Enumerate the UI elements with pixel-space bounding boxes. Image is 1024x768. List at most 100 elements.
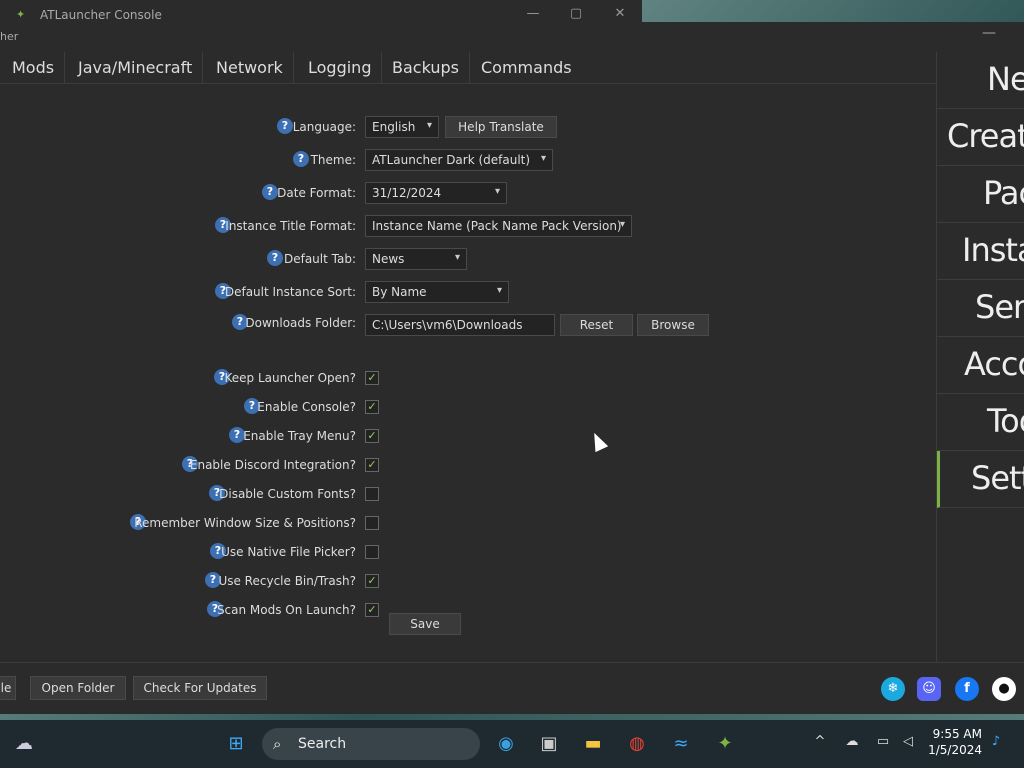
reset-button[interactable]: Reset [560,314,633,336]
maximize-icon[interactable]: ▢ [567,6,585,21]
nav-servers[interactable]: Servers [937,280,1024,337]
disable-custom-fonts-row: ? Disable Custom Fonts? [0,483,356,505]
enable-tray-menu-checkbox[interactable]: ✓ [365,429,379,443]
tab-backups[interactable]: Backups [382,52,470,84]
discord-icon[interactable]: ☺ [917,677,941,701]
file-explorer-icon[interactable]: ▬ [579,730,607,758]
chevron-down-icon: ▾ [494,186,500,197]
facebook-icon[interactable]: f [955,677,979,701]
search-icon: ⌕ [273,735,282,753]
nav-instances[interactable]: Instances [937,223,1024,280]
keep-launcher-open-row: ? Keep Launcher Open? [0,367,356,389]
nav-settings[interactable]: Settings [937,451,1024,508]
launcher-window: her — Mods Java/Minecraft Network Loggin… [0,22,1024,714]
minimize-icon[interactable]: — [982,25,996,41]
help-translate-button[interactable]: Help Translate [445,116,557,138]
save-button[interactable]: Save [389,613,461,635]
use-recycle-bin-checkbox[interactable]: ✓ [365,574,379,588]
volume-icon[interactable]: ◁ [899,734,917,749]
tab-java-minecraft[interactable]: Java/Minecraft [68,52,204,84]
disable-custom-fonts-checkbox[interactable] [365,487,379,501]
chevron-down-icon: ▾ [619,219,625,230]
language-row: ? Language: [0,116,356,138]
remember-window-size-checkbox[interactable] [365,516,379,530]
use-native-file-picker-label: Use Native File Picker? [221,545,356,559]
help-icon[interactable]: ? [277,118,293,134]
default-tab-label: Default Tab: [283,252,356,266]
nav-accounts[interactable]: Accounts [937,337,1024,394]
instance-title-format-label: Instance Title Format: [225,219,356,233]
default-instance-sort-select[interactable]: By Name ▾ [365,281,509,303]
clock[interactable]: 9:55 AM 1/5/2024 [928,726,982,758]
nav-tools[interactable]: Tools [937,394,1024,451]
nav-create[interactable]: Create [937,109,1024,166]
date-format-row: ? Date Format: [0,182,356,204]
minimize-icon[interactable]: — [524,6,542,21]
github-icon[interactable]: ● [992,677,1016,701]
downloads-folder-input[interactable]: C:\Users\vm6\Downloads [365,314,555,336]
theme-row: ? Theme: [0,149,356,171]
default-tab-row: ? Default Tab: [0,248,356,270]
use-native-file-picker-checkbox[interactable] [365,545,379,559]
enable-tray-menu-label: Enable Tray Menu? [243,429,356,443]
enable-discord-integration-checkbox[interactable]: ✓ [365,458,379,472]
instance-title-format-row: ? Instance Title Format: [0,215,356,237]
help-icon[interactable]: ? [293,151,309,167]
language-select[interactable]: English ▾ [365,116,439,138]
atlauncher-icon: ✦ [16,8,26,21]
scan-mods-on-launch-checkbox[interactable]: ✓ [365,603,379,617]
atlauncher-taskbar-icon[interactable]: ✦ [711,730,739,758]
chevron-down-icon: ▾ [426,120,432,131]
chevron-up-icon[interactable]: ^ [811,734,829,749]
help-icon[interactable]: ? [262,184,278,200]
weather-icon[interactable]: ☁ [10,730,38,758]
partial-button[interactable]: le [0,676,16,700]
enable-tray-menu-row: ? Enable Tray Menu? [0,425,356,447]
tab-logging[interactable]: Logging [298,52,383,84]
default-instance-sort-label: Default Instance Sort: [224,285,356,299]
downloads-folder-row: ? Downloads Folder: [0,312,356,334]
notification-bell-icon[interactable]: ♪ [987,734,1005,749]
settings-tabs: Mods Java/Minecraft Network Logging Back… [0,52,936,84]
use-recycle-bin-label: Use Recycle Bin/Trash? [218,574,356,588]
scan-mods-on-launch-label: Scan Mods On Launch? [216,603,356,617]
default-tab-select[interactable]: News ▾ [365,248,467,270]
cloud-icon[interactable]: ☁ [843,734,861,749]
clock-time: 9:55 AM [932,727,982,741]
keep-launcher-open-label: Keep Launcher Open? [224,371,356,385]
date-format-select[interactable]: 31/12/2024 ▾ [365,182,507,204]
downloads-folder-label: Downloads Folder: [245,316,356,330]
edge-icon[interactable]: ◉ [492,730,520,758]
open-folder-button[interactable]: Open Folder [30,676,126,700]
clock-date: 1/5/2024 [928,743,982,757]
instance-title-format-select[interactable]: Instance Name (Pack Name Pack Version) ▾ [365,215,632,237]
tab-network[interactable]: Network [206,52,294,84]
task-view-icon[interactable]: ▣ [535,730,563,758]
snowflake-icon[interactable]: ❄ [881,677,905,701]
remember-window-size-row: ? Remember Window Size & Positions? [0,512,356,534]
language-label: Language: [292,120,356,134]
keep-launcher-open-checkbox[interactable]: ✓ [365,371,379,385]
nav-packs[interactable]: Packs [937,166,1024,223]
use-recycle-bin-row: ? Use Recycle Bin/Trash? [0,570,356,592]
nav-news[interactable]: News [937,52,1024,109]
chevron-down-icon: ▾ [454,252,460,263]
enable-console-checkbox[interactable]: ✓ [365,400,379,414]
network-icon[interactable]: ▭ [874,734,892,749]
use-native-file-picker-row: ? Use Native File Picker? [0,541,356,563]
console-window-title: ATLauncher Console [40,8,162,22]
chevron-down-icon: ▾ [540,153,546,164]
check-for-updates-button[interactable]: Check For Updates [133,676,267,700]
enable-discord-integration-row: ? Enable Discord Integration? [0,454,356,476]
help-icon[interactable]: ? [267,250,283,266]
dolphin-icon[interactable]: ≈ [667,730,695,758]
tab-commands[interactable]: Commands [471,52,582,84]
close-icon[interactable]: ✕ [611,6,629,21]
tab-mods[interactable]: Mods [2,52,66,84]
bottom-bar: le Open Folder Check For Updates ❄ ☺ f ● [0,662,1024,714]
start-icon[interactable]: ⊞ [222,730,250,758]
chrome-icon[interactable]: ◍ [623,730,651,758]
taskbar-search[interactable]: ⌕ Search [262,728,480,760]
browse-button[interactable]: Browse [637,314,709,336]
theme-select[interactable]: ATLauncher Dark (default) ▾ [365,149,553,171]
